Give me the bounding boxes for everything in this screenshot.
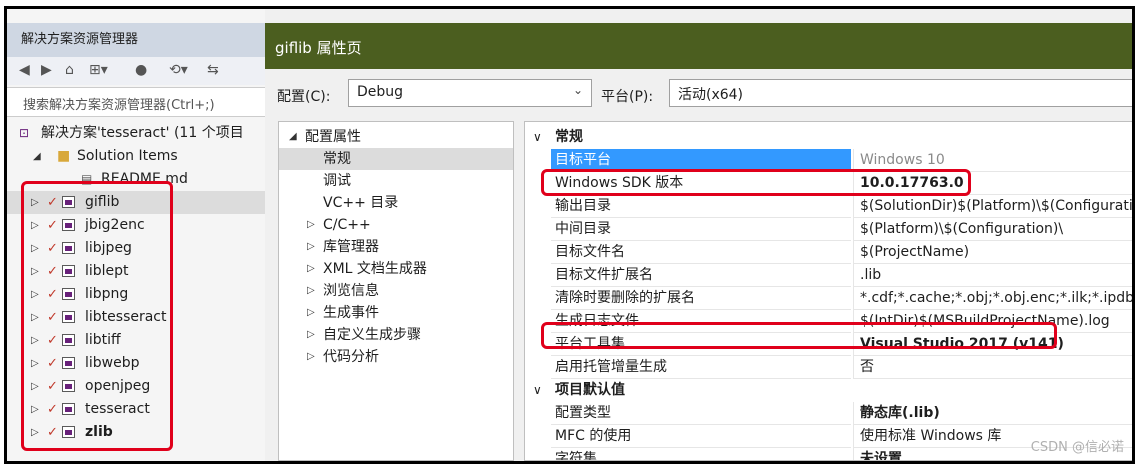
nav-item-label: C/C++ [323,217,371,233]
property-name: 目标文件名 [551,241,851,264]
solution-label: 解决方案'tesseract' (11 个项目 [41,125,244,141]
property-row[interactable]: 输出目录 $(SolutionDir)$(Platform)\$(Configur… [525,195,1132,218]
property-row[interactable]: 清除时要删除的扩展名 *.cdf;*.cache;*.obj;*.obj.enc;… [525,287,1132,310]
property-name: 输出目录 [551,195,851,218]
nav-item[interactable]: ▷ XML 文档生成器 [279,258,513,280]
nav-item[interactable]: ▷ 生成事件 [279,302,513,324]
solution-search-input[interactable]: 搜索解决方案资源管理器(Ctrl+;) [7,87,265,117]
platform-dropdown[interactable]: 活动(x64) [669,79,1132,107]
property-row[interactable]: 目标文件扩展名 .lib [525,264,1132,287]
expand-arrow-icon: ▷ [307,219,315,230]
switch-views-icon[interactable]: ⊞▾ [89,62,108,78]
category-general-label: 常规 [555,129,583,145]
solution-icon: ⊡ [19,126,30,140]
property-name: 配置类型 [551,402,851,425]
collapse-icon[interactable]: ◢ [33,145,41,168]
home-icon[interactable]: ⌂ [65,62,74,78]
property-value[interactable]: 否 [853,356,1132,379]
platform-label: 平台(P): [601,89,654,105]
property-value[interactable]: $(SolutionDir)$(Platform)\$(Configuratio… [853,195,1132,218]
nav-item-label: 浏览信息 [323,283,379,299]
watermark: CSDN @信必诺 [1030,440,1124,455]
nav-item[interactable]: ▷ C/C++ [279,214,513,236]
nav-item-label: VC++ 目录 [323,195,399,211]
property-row[interactable]: 目标文件名 $(ProjectName) [525,241,1132,264]
config-label: 配置(C): [277,89,331,105]
nav-root-label: 配置属性 [305,129,361,145]
nav-item[interactable]: ▷ 库管理器 [279,236,513,258]
property-value[interactable]: $(ProjectName) [853,241,1132,264]
highlight-box-sdk [541,169,971,196]
nav-root-config-properties[interactable]: ◢ 配置属性 [279,126,513,148]
expand-arrow-icon: ▷ [307,351,315,362]
expand-arrow-icon: ▷ [307,285,315,296]
configuration-value: Debug [357,84,404,100]
nav-item-label: 调试 [323,173,351,189]
property-name: 目标文件扩展名 [551,264,851,287]
collapse-icon: ∨ [533,130,542,144]
property-row[interactable]: 启用托管增量生成否 [525,356,1132,379]
property-row[interactable]: 配置类型 静态库(.lib) [525,402,1132,425]
solution-explorer-toolbar: ◀ ▶ ⌂ ⊞▾ ● ⟲▾ ⇆ [7,57,265,85]
highlight-box-projects [21,181,173,451]
property-grid: ∨ 常规 目标平台 Windows 10 Windows SDK 版本 10.0.17… [524,121,1132,461]
nav-item[interactable]: 调试 [279,170,513,192]
property-row[interactable]: 中间目录 $(Platform)\$(Configuration)\ [525,218,1132,241]
property-name: 启用托管增量生成 [551,356,851,379]
solution-items-label: Solution Items [77,148,178,164]
solution-explorer-title: 解决方案资源管理器 [7,23,265,57]
sync-icon[interactable]: ⇆ [207,62,219,78]
nav-item-label: 常规 [323,151,351,167]
property-name: 清除时要删除的扩展名 [551,287,851,310]
category-project-defaults-label: 项目默认值 [555,382,625,398]
nav-item-label: 自定义生成步骤 [323,327,421,343]
category-general[interactable]: ∨ 常规 [525,126,1132,149]
property-value[interactable]: 静态库(.lib) [853,402,1132,425]
nav-item-label: 代码分析 [323,349,379,365]
dialog-title: giflib 属性页 [265,23,1132,69]
property-name: MFC 的使用 [551,425,851,448]
collapse-icon: ∨ [533,383,542,397]
expand-arrow-icon: ▷ [307,241,315,252]
nav-item[interactable]: ▷ 浏览信息 [279,280,513,302]
nav-item-label: 库管理器 [323,239,379,255]
solution-node[interactable]: ⊡ 解决方案'tesseract' (11 个项目 [7,122,265,145]
nav-item[interactable]: ▷ 代码分析 [279,346,513,368]
highlight-box-toolset [541,322,1057,349]
property-name: 字符集 [551,448,851,460]
globe-icon[interactable]: ● [135,62,147,78]
configuration-dropdown[interactable]: Debug ⌄ [348,79,592,107]
platform-value: 活动(x64) [678,87,744,103]
property-value[interactable]: $(Platform)\$(Configuration)\ [853,218,1132,241]
property-value[interactable]: *.cdf;*.cache;*.obj;*.obj.enc;*.ilk;*.ip… [853,287,1132,310]
nav-item-label: XML 文档生成器 [323,261,427,277]
back-icon[interactable]: ◀ [19,62,30,78]
solution-items-folder[interactable]: ◢ ■ Solution Items [7,145,265,168]
nav-item[interactable]: ▷ 自定义生成步骤 [279,324,513,346]
nav-item[interactable]: 常规 [279,148,513,170]
expand-arrow-icon: ▷ [307,329,315,340]
folder-icon: ■ [57,148,71,164]
property-pages-dialog: giflib 属性页 配置(C): Debug ⌄ 平台(P): 活动(x64)… [265,9,1132,461]
expand-arrow-icon: ▷ [307,307,315,318]
expand-arrow-icon: ▷ [307,263,315,274]
chevron-down-icon: ⌄ [572,83,583,97]
property-nav-tree: ◢ 配置属性 常规 调试 VC++ 目录 ▷ C/C++ ▷ 库管理器 ▷ XML 文档生成器 ▷… [278,121,514,461]
solution-explorer: 解决方案资源管理器 ◀ ▶ ⌂ ⊞▾ ● ⟲▾ ⇆ 搜索解决方案资源管理器(Ct… [7,9,265,461]
pending-changes-icon[interactable]: ⟲▾ [169,62,188,78]
property-value[interactable]: .lib [853,264,1132,287]
configuration-bar: 配置(C): Debug ⌄ 平台(P): 活动(x64) [265,73,1132,115]
screenshot-frame: 解决方案资源管理器 ◀ ▶ ⌂ ⊞▾ ● ⟲▾ ⇆ 搜索解决方案资源管理器(Ct… [4,6,1135,464]
nav-item-label: 生成事件 [323,305,379,321]
forward-icon[interactable]: ▶ [41,62,52,78]
nav-item[interactable]: VC++ 目录 [279,192,513,214]
category-project-defaults[interactable]: ∨ 项目默认值 [525,379,1132,402]
expanded-icon: ◢ [289,131,297,142]
property-name: 中间目录 [551,218,851,241]
